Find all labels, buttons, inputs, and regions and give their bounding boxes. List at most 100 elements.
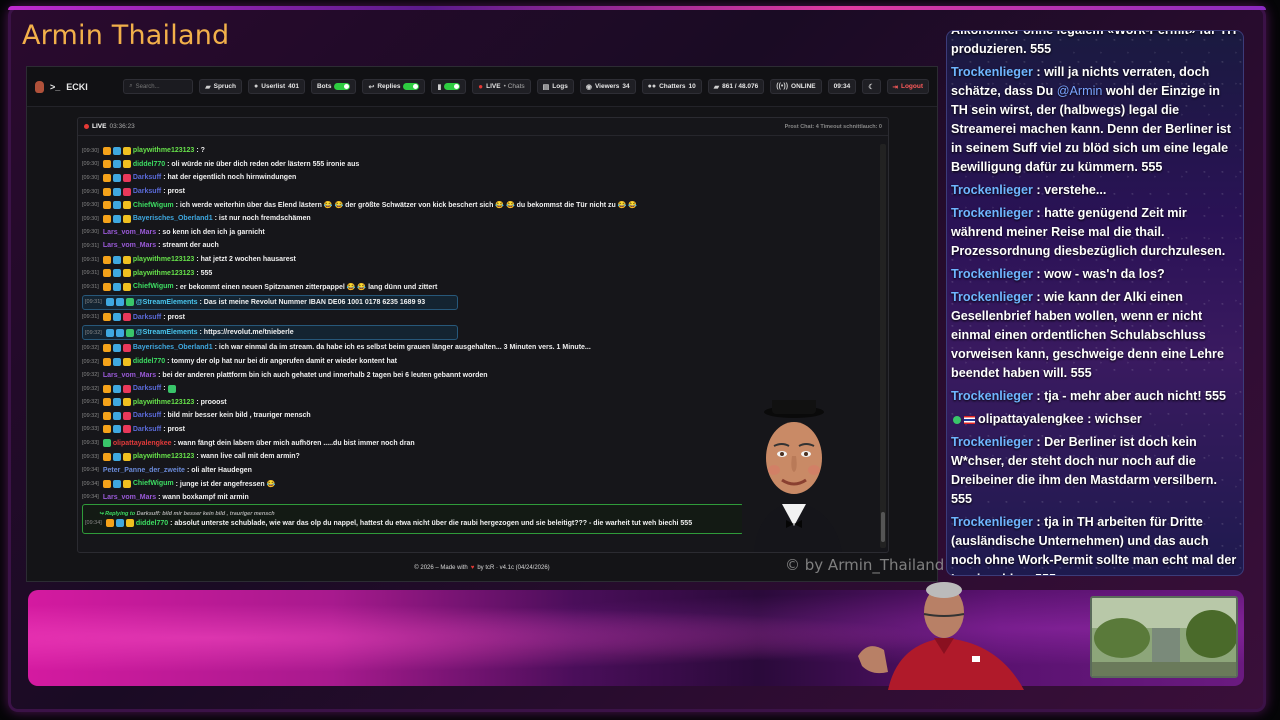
message-username[interactable]: @StreamElements <box>136 299 198 306</box>
bottle-toggle[interactable]: ▮ <box>431 79 467 94</box>
overlay-chat-message: Trockenlieger : tja - mehr aber auch nic… <box>951 387 1239 406</box>
replies-switch[interactable] <box>403 83 420 90</box>
bots-switch[interactable] <box>334 83 351 90</box>
search-input[interactable]: ⌕ Search... <box>123 79 194 94</box>
bottle-logo-icon <box>35 80 44 93</box>
chat-message[interactable]: [09:32] Darksuff: <box>82 382 882 396</box>
message-username[interactable]: playwithme123123 <box>133 147 194 154</box>
reply-user: Darksuff <box>136 511 159 518</box>
chat-message[interactable]: [09:31] playwithme123123: hat jetzt 2 woc… <box>82 253 882 267</box>
message-username[interactable]: playwithme123123 <box>133 453 194 460</box>
overlay-username: Trockenlieger <box>951 515 1033 529</box>
message-username[interactable]: Bayerisches_Oberland1 <box>133 344 213 351</box>
vip-badge-icon <box>112 425 121 434</box>
vip-badge-icon <box>112 269 121 278</box>
spruch-button[interactable]: ▰ Spruch <box>199 79 243 94</box>
chat-message[interactable]: [09:30] diddel770: oli würde nie über dic… <box>82 158 882 172</box>
message-username[interactable]: Lars_vom_Mars <box>103 494 156 501</box>
message-username[interactable]: Darksuff <box>133 412 161 419</box>
coin-badge-icon <box>122 146 131 155</box>
message-timestamp: [09:32] <box>82 399 99 406</box>
message-username[interactable]: diddel770 <box>133 161 165 168</box>
message-username[interactable]: Lars_vom_Mars <box>103 372 156 379</box>
chat-message[interactable]: [09:30] Bayerisches_Oberland1: ist nur no… <box>82 212 882 226</box>
chat-message[interactable]: [09:31] Darksuff: prost <box>82 311 882 325</box>
logs-button[interactable]: ▤ Logs <box>536 79 574 94</box>
chat-message[interactable]: [09:30] Lars_vom_Mars: so kenn ich den ic… <box>82 226 882 240</box>
chat-message[interactable]: [09:32] diddel770: tommy der olp hat nur … <box>82 355 882 369</box>
footer-copyright: © 2026 – Made with <box>414 565 468 571</box>
live-label: LIVE <box>486 83 501 90</box>
message-username[interactable]: Darksuff <box>133 314 161 321</box>
message-username[interactable]: Peter_Panne_der_zweite <box>103 467 185 474</box>
chat-message[interactable]: [09:30] ChiefWigum: ich werde weiterhin ü… <box>82 198 882 212</box>
chat-message[interactable]: [09:31] playwithme123123: 555 <box>82 266 882 280</box>
message-username[interactable]: diddel770 <box>136 520 168 527</box>
replies-toggle[interactable]: ↩ Replies <box>362 79 426 94</box>
subscriber-badge-icon <box>102 357 111 366</box>
chat-bubble-icon: ▰ <box>205 83 211 91</box>
message-username[interactable]: playwithme123123 <box>133 270 194 277</box>
message-username[interactable]: playwithme123123 <box>133 399 194 406</box>
broadcast-icon: ((•)) <box>776 83 789 90</box>
chatters-stat[interactable]: ●● Chatters 10 <box>641 79 702 94</box>
message-timestamp: [09:32] <box>82 372 99 379</box>
chat-message[interactable]: [09:31] @StreamElements: Das ist meine Re… <box>82 294 458 310</box>
theme-toggle[interactable]: ☾ <box>862 79 881 94</box>
message-username[interactable]: @StreamElements <box>136 329 198 336</box>
message-timestamp: [09:30] <box>82 161 99 168</box>
verified-icon <box>953 415 961 424</box>
message-username[interactable]: Lars_vom_Mars <box>103 242 156 249</box>
userlist-label: Userlist <box>261 83 286 90</box>
coin-badge-icon <box>122 201 131 210</box>
message-text: : so kenn ich den ich ja garnicht <box>158 228 265 236</box>
heart-badge-icon <box>122 411 131 420</box>
users-icon: ●● <box>647 83 657 90</box>
messages-stat[interactable]: ▰ 861 / 48.076 <box>707 79 765 94</box>
chatters-label: Chatters <box>659 83 686 90</box>
chat-message[interactable]: [09:30] Darksuff: prost <box>82 185 882 199</box>
chat-message[interactable]: [09:31] Lars_vom_Mars: streamt der auch <box>82 239 882 253</box>
chat-message[interactable]: [09:32] Bayerisches_Oberland1: ich war ei… <box>82 341 882 355</box>
chat-message[interactable]: [09:31] ChiefWigum: er bekommt einen neue… <box>82 280 882 294</box>
chat-message[interactable]: [09:30] Darksuff: hat der eigentlich noch… <box>82 171 882 185</box>
bots-toggle[interactable]: Bots <box>310 79 357 94</box>
vip-badge-icon <box>115 328 124 337</box>
reply-chat-message[interactable]: ↪ Replying to Darksuff: bild mir besser … <box>82 504 744 535</box>
logout-button[interactable]: ⇥ Logout <box>886 79 929 94</box>
viewers-stat[interactable]: ◉ Viewers 34 <box>579 79 636 94</box>
userlist-button[interactable]: ● Userlist 401 <box>248 79 305 94</box>
message-text: : hat der eigentlich noch hirnwindungen <box>163 174 297 182</box>
chat-message[interactable]: [09:32] @StreamElements: https://revolut.… <box>82 325 458 341</box>
message-username[interactable]: Darksuff <box>133 385 161 392</box>
message-username[interactable]: ChiefWigum <box>133 480 174 487</box>
chat-message[interactable]: [09:32] Lars_vom_Mars: bei der anderen pl… <box>82 368 882 382</box>
message-timestamp: [09:31] <box>85 299 102 306</box>
chat-header: LIVE 03:36:23 Prost Chat: 4 Timeout schn… <box>78 118 888 136</box>
message-username[interactable]: Bayerisches_Oberland1 <box>133 215 213 222</box>
brand[interactable]: >_ ECKI <box>35 80 123 93</box>
user-icon: ● <box>254 83 259 90</box>
message-username[interactable]: Darksuff <box>133 188 161 195</box>
message-username[interactable]: playwithme123123 <box>133 256 194 263</box>
subscriber-badge-icon <box>102 173 111 182</box>
vip-badge-icon <box>115 298 124 307</box>
message-icon: ▰ <box>713 83 720 91</box>
message-username[interactable]: Darksuff <box>133 426 161 433</box>
message-username[interactable]: ChiefWigum <box>133 283 174 290</box>
chat-scrollbar[interactable] <box>880 144 886 548</box>
heart-badge-icon <box>122 343 131 352</box>
message-username[interactable]: Darksuff <box>133 174 161 181</box>
chat-message[interactable]: [09:30] playwithme123123: ? <box>82 144 882 158</box>
chats-label: • Chats <box>503 83 525 90</box>
bottle-switch[interactable] <box>444 83 461 90</box>
live-chats-button[interactable]: ● LIVE • Chats <box>472 79 531 94</box>
message-username[interactable]: Lars_vom_Mars <box>103 229 156 236</box>
vip-badge-icon <box>112 313 121 322</box>
message-timestamp: [09:32] <box>85 329 102 336</box>
subscriber-badge-icon <box>102 384 111 393</box>
scroll-thumb[interactable] <box>881 512 885 542</box>
message-username[interactable]: olipattayalengkee <box>113 440 172 447</box>
message-username[interactable]: diddel770 <box>133 358 165 365</box>
message-username[interactable]: ChiefWigum <box>133 202 174 209</box>
